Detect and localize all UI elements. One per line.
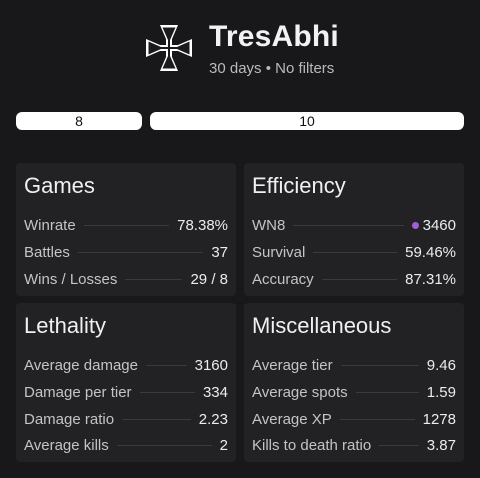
stat-label: Average tier — [252, 356, 333, 374]
stat-value: 1278 — [422, 410, 456, 428]
wn8-rating-dot-icon — [411, 221, 419, 229]
stat-row-average-kills: Average kills 2 — [24, 435, 228, 455]
stat-row-wins-losses: Wins / Losses 29 / 8 — [24, 269, 228, 289]
stat-row-damage-per-tier: Damage per tier 334 — [24, 382, 228, 402]
header: TresAbhi 30 days • No filters — [0, 0, 480, 100]
efficiency-card: Efficiency WN8 3460 Survival 59.46% Accu… — [244, 163, 464, 296]
stat-row-average-tier: Average tier 9.46 — [252, 355, 456, 375]
row-divider — [355, 391, 419, 393]
stat-value: 78.38% — [177, 216, 228, 234]
row-divider — [313, 251, 398, 253]
row-divider — [379, 444, 419, 446]
stat-value: 3160 — [194, 356, 228, 374]
stat-row-kill-death-ratio: Kills to death ratio 3.87 — [252, 435, 456, 455]
filter-subtitle: 30 days • No filters — [209, 60, 335, 77]
row-divider — [339, 418, 415, 420]
row-divider — [77, 251, 204, 253]
stat-value: 2.23 — [198, 410, 228, 428]
stat-row-accuracy: Accuracy 87.31% — [252, 269, 456, 289]
stat-label: Average spots — [252, 383, 348, 401]
stat-value: 3.87 — [426, 436, 456, 454]
row-divider — [116, 444, 212, 446]
stat-label: Battles — [24, 243, 70, 261]
selector-right[interactable]: 10 — [150, 112, 464, 130]
stat-label: Average kills — [24, 436, 109, 454]
stat-label: Survival — [252, 243, 306, 261]
iron-cross-icon — [146, 25, 192, 71]
stat-value: 59.46% — [405, 243, 456, 261]
card-title: Games — [24, 173, 95, 198]
lethality-card: Lethality Average damage 3160 Damage per… — [16, 303, 236, 462]
stat-label: Average damage — [24, 356, 138, 374]
miscellaneous-card: Miscellaneous Average tier 9.46 Average … — [244, 303, 464, 462]
row-divider — [122, 418, 191, 420]
stat-row-survival: Survival 59.46% — [252, 242, 456, 262]
row-divider — [83, 224, 170, 226]
card-title: Lethality — [24, 313, 106, 338]
stat-label: Accuracy — [252, 270, 314, 288]
card-title: Miscellaneous — [252, 313, 392, 338]
stat-row-damage-ratio: Damage ratio 2.23 — [24, 409, 228, 429]
stat-row-average-damage: Average damage 3160 — [24, 355, 228, 375]
stat-label: Average XP — [252, 410, 332, 428]
card-title: Efficiency — [252, 173, 346, 198]
row-divider — [139, 391, 195, 393]
row-divider — [340, 364, 419, 366]
stat-label: Winrate — [24, 216, 76, 234]
stat-value: 334 — [202, 383, 228, 401]
stat-label: WN8 — [252, 216, 286, 234]
stat-row-wn8: WN8 3460 — [252, 215, 456, 235]
player-name: TresAbhi — [209, 20, 339, 53]
stat-label: Kills to death ratio — [252, 436, 372, 454]
stat-row-battles: Battles 37 — [24, 242, 228, 262]
stat-label: Wins / Losses — [24, 270, 118, 288]
stat-label: Damage ratio — [24, 410, 115, 428]
games-card: Games Winrate 78.38% Battles 37 Wins / L… — [16, 163, 236, 296]
stat-value: 1.59 — [426, 383, 456, 401]
row-divider — [293, 224, 404, 226]
stat-row-winrate: Winrate 78.38% — [24, 215, 228, 235]
row-divider — [321, 278, 398, 280]
row-divider — [125, 278, 183, 280]
stat-value: 3460 — [422, 216, 456, 234]
stat-value-wrapper: 3460 — [411, 216, 456, 234]
stat-value: 9.46 — [426, 356, 456, 374]
stat-value: 29 / 8 — [190, 270, 228, 288]
stat-label: Damage per tier — [24, 383, 132, 401]
stat-row-average-xp: Average XP 1278 — [252, 409, 456, 429]
row-divider — [145, 364, 187, 366]
stat-row-average-spots: Average spots 1.59 — [252, 382, 456, 402]
stat-value: 2 — [219, 436, 228, 454]
selector-left[interactable]: 8 — [16, 112, 142, 130]
stat-value: 37 — [211, 243, 228, 261]
stat-value: 87.31% — [405, 270, 456, 288]
